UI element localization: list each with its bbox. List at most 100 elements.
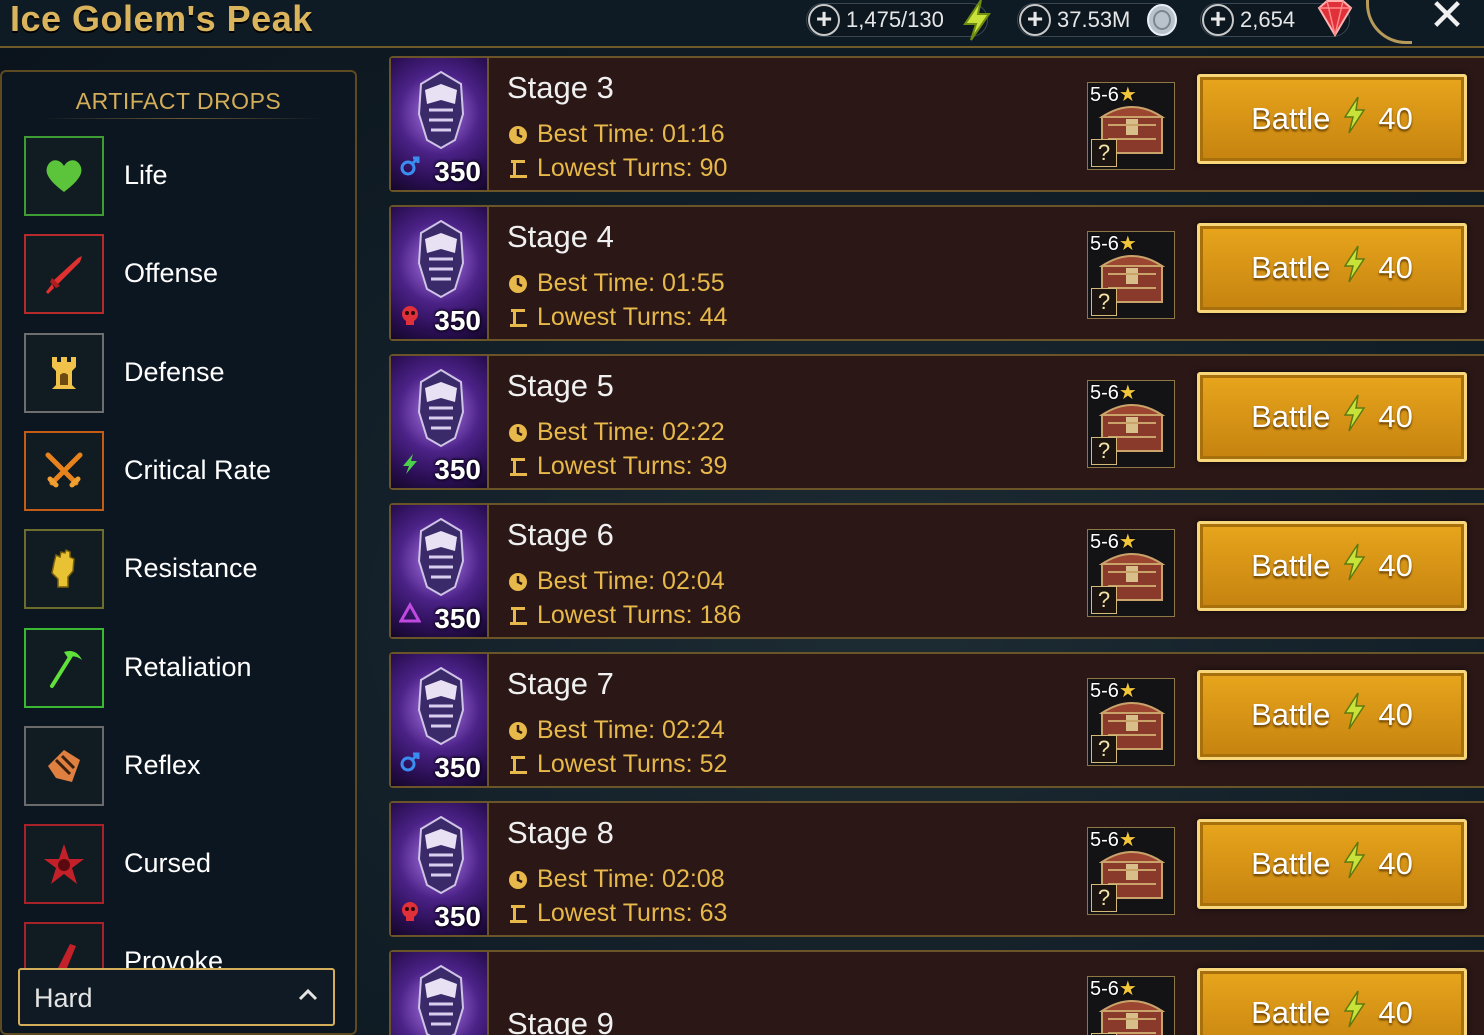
hourglass-icon bbox=[510, 904, 527, 923]
question-icon: ? bbox=[1091, 288, 1117, 316]
silver-value: 37.53M bbox=[1057, 7, 1131, 32]
add-energy-button[interactable]: + bbox=[808, 4, 840, 36]
drop-label: Defense bbox=[124, 357, 225, 387]
stage-row: 350 Stage 6 Best Time: 02:04 Lowest Turns: … bbox=[389, 503, 1484, 639]
battle-label: Battle bbox=[1251, 995, 1331, 1030]
drop-label: Retaliation bbox=[124, 652, 252, 682]
best-time-text: Best Time: 01:16 bbox=[537, 120, 725, 148]
close-icon[interactable]: ✕ bbox=[1424, 0, 1470, 40]
lowest-turns: Lowest Turns: 39 bbox=[507, 452, 727, 481]
hourglass-icon bbox=[510, 606, 527, 625]
page-title: Ice Golem's Peak bbox=[10, 0, 313, 39]
ice-golem-image bbox=[415, 219, 467, 304]
ice-golem-image bbox=[415, 964, 467, 1035]
energy-cost: 40 bbox=[1378, 846, 1413, 881]
battle-button[interactable]: Battle 40 bbox=[1197, 372, 1467, 462]
panel-heading: ARTIFACT DROPS bbox=[75, 88, 282, 114]
battle-button[interactable]: Battle 40 bbox=[1197, 521, 1467, 611]
lowest-turns: Lowest Turns: 90 bbox=[507, 154, 727, 183]
energy-icon bbox=[1340, 244, 1368, 292]
drop-item-life[interactable]: Life bbox=[24, 136, 344, 216]
void-affinity-icon bbox=[398, 601, 422, 629]
difficulty-select[interactable]: Hard bbox=[18, 968, 335, 1026]
top-bar: Ice Golem's Peak + 1,475/130 + 37.53M + … bbox=[0, 0, 1484, 48]
stage-name: Stage 4 bbox=[507, 219, 614, 254]
clock-icon bbox=[509, 125, 527, 144]
star-icon: ★ bbox=[1118, 233, 1137, 255]
difficulty-value: Hard bbox=[34, 983, 93, 1013]
best-time: Best Time: 01:16 bbox=[507, 120, 725, 149]
energy-icon bbox=[1344, 96, 1366, 134]
drop-item-retaliation[interactable]: Retaliation bbox=[24, 628, 344, 708]
scythe-icon bbox=[24, 628, 104, 708]
reward-rarity: 5-6★ bbox=[1090, 529, 1137, 554]
boss-portrait: 350 bbox=[391, 207, 489, 339]
question-icon: ? bbox=[1091, 139, 1117, 167]
battle-button[interactable]: Battle 40 bbox=[1197, 819, 1467, 909]
drop-label: Critical Rate bbox=[124, 455, 272, 485]
reward-rarity: 5-6★ bbox=[1090, 231, 1137, 256]
energy-icon bbox=[1340, 542, 1368, 590]
force-affinity-icon bbox=[399, 304, 421, 331]
lowest-turns: Lowest Turns: 52 bbox=[507, 750, 727, 779]
drop-item-defense[interactable]: Defense bbox=[24, 333, 344, 413]
hourglass-icon bbox=[510, 159, 527, 178]
stage-name: Stage 6 bbox=[507, 517, 614, 552]
reward-rarity: 5-6★ bbox=[1090, 82, 1137, 107]
star-icon: ★ bbox=[1118, 978, 1137, 1000]
reward-rarity-text: 5-6 bbox=[1090, 382, 1119, 404]
gem-resource: + 2,654 bbox=[1200, 0, 1353, 37]
drop-item-critical-rate[interactable]: Critical Rate bbox=[24, 431, 344, 511]
energy-icon bbox=[1344, 841, 1366, 879]
reward-chest[interactable]: 5-6★? bbox=[1087, 82, 1175, 170]
battle-button[interactable]: Battle 40 bbox=[1197, 223, 1467, 313]
drop-item-resistance[interactable]: Resistance bbox=[24, 529, 344, 609]
drop-item-offense[interactable]: Offense bbox=[24, 234, 344, 314]
boss-portrait: 350 bbox=[391, 803, 489, 935]
stage-name: Stage 5 bbox=[507, 368, 614, 403]
energy-icon bbox=[1344, 394, 1366, 432]
boss-portrait: 350 bbox=[391, 58, 489, 190]
lowest-turns: Lowest Turns: 63 bbox=[507, 899, 727, 928]
reward-rarity: 5-6★ bbox=[1090, 678, 1137, 703]
stage-row: 350 Stage 4 Best Time: 01:55 Lowest Turns: … bbox=[389, 205, 1484, 341]
reward-rarity: 5-6★ bbox=[1090, 976, 1137, 1001]
drop-item-cursed[interactable]: Cursed bbox=[24, 824, 344, 904]
reward-chest[interactable]: 5-6★? bbox=[1087, 380, 1175, 468]
drop-item-reflex[interactable]: Reflex bbox=[24, 726, 344, 806]
add-silver-button[interactable]: + bbox=[1019, 4, 1051, 36]
ice-golem-image bbox=[415, 815, 467, 900]
energy-cost: 40 bbox=[1378, 399, 1413, 434]
battle-button[interactable]: Battle 40 bbox=[1197, 968, 1467, 1035]
stage-row: 350 Stage 3 Best Time: 01:16 Lowest Turns: … bbox=[389, 56, 1484, 192]
enemy-power: 350 bbox=[434, 901, 481, 932]
energy-icon bbox=[1344, 692, 1366, 730]
energy-cost: 40 bbox=[1378, 250, 1413, 285]
battle-button[interactable]: Battle 40 bbox=[1197, 74, 1467, 164]
lowest-turns-text: Lowest Turns: 186 bbox=[537, 601, 742, 629]
best-time: Best Time: 02:24 bbox=[507, 716, 725, 745]
reward-rarity-text: 5-6 bbox=[1090, 829, 1119, 851]
battle-button[interactable]: Battle 40 bbox=[1197, 670, 1467, 760]
heart-icon bbox=[24, 136, 104, 216]
drop-label: Life bbox=[124, 160, 168, 190]
reward-chest[interactable]: 5-6★? bbox=[1087, 529, 1175, 617]
spirit-affinity-icon bbox=[399, 453, 421, 480]
fist-icon bbox=[24, 529, 104, 609]
reward-rarity: 5-6★ bbox=[1090, 827, 1137, 852]
best-time: Best Time: 01:55 bbox=[507, 269, 725, 298]
claw-icon bbox=[24, 726, 104, 806]
reward-chest[interactable]: 5-6★? bbox=[1087, 678, 1175, 766]
lowest-turns-text: Lowest Turns: 52 bbox=[537, 750, 728, 778]
add-gem-button[interactable]: + bbox=[1202, 4, 1234, 36]
reward-chest[interactable]: 5-6★? bbox=[1087, 827, 1175, 915]
stage-name: Stage 9 bbox=[507, 1006, 614, 1035]
best-time: Best Time: 02:04 bbox=[507, 567, 725, 596]
reward-chest[interactable]: 5-6★? bbox=[1087, 231, 1175, 319]
enemy-power: 350 bbox=[434, 752, 481, 783]
boss-portrait: 350 bbox=[391, 505, 489, 637]
energy-cost: 40 bbox=[1378, 101, 1413, 136]
reward-chest[interactable]: 5-6★? bbox=[1087, 976, 1175, 1035]
enemy-power: 350 bbox=[434, 454, 481, 485]
battle-label: Battle bbox=[1251, 697, 1331, 732]
